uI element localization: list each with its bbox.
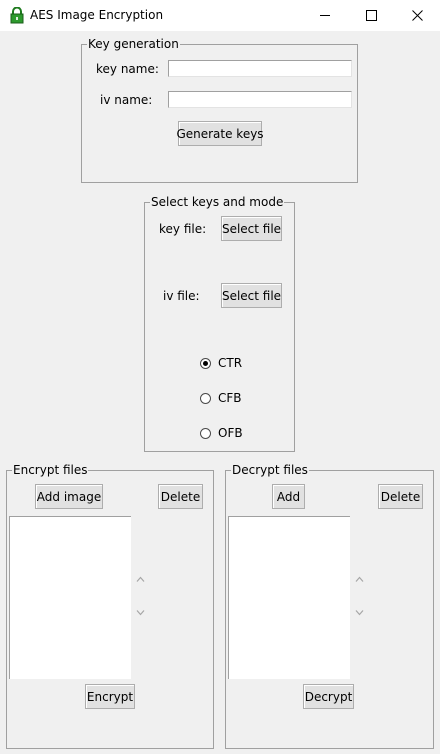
key-name-input[interactable] — [168, 60, 352, 77]
select-keys-label: Select keys and mode — [150, 195, 285, 209]
minimize-button[interactable] — [302, 0, 348, 31]
scroll-down-icon[interactable] — [355, 609, 364, 616]
select-key-file-button[interactable]: Select file — [221, 216, 282, 241]
window-title: AES Image Encryption — [30, 8, 164, 22]
radio-cfb-button[interactable] — [200, 392, 211, 404]
iv-name-input[interactable] — [168, 91, 352, 108]
encrypt-delete-button[interactable]: Delete — [158, 484, 203, 509]
decrypt-button[interactable]: Decrypt — [303, 684, 354, 709]
decrypt-delete-button[interactable]: Delete — [378, 484, 423, 509]
decrypt-add-button[interactable]: Add — [272, 484, 305, 509]
lock-icon — [10, 7, 24, 24]
mode-radio-cfb[interactable]: CFB — [200, 391, 242, 405]
radio-ofb-button[interactable] — [200, 427, 211, 439]
iv-file-label: iv file: — [163, 289, 200, 303]
key-name-label: key name: — [96, 62, 159, 76]
radio-ofb-label: OFB — [218, 426, 243, 440]
radio-cfb-label: CFB — [218, 391, 242, 405]
radio-ctr-button[interactable] — [200, 357, 211, 369]
scroll-up-icon[interactable] — [136, 576, 145, 583]
maximize-button[interactable] — [348, 0, 394, 31]
encrypt-button[interactable]: Encrypt — [85, 684, 135, 709]
scroll-down-icon[interactable] — [136, 609, 145, 616]
decrypt-files-label: Decrypt files — [231, 463, 309, 477]
iv-name-label: iv name: — [100, 93, 153, 107]
mode-radio-ctr[interactable]: CTR — [200, 356, 242, 370]
close-icon — [411, 10, 423, 21]
generate-keys-button[interactable]: Generate keys — [176, 121, 264, 146]
key-generation-label: Key generation — [87, 37, 180, 51]
mode-radio-ofb[interactable]: OFB — [200, 426, 243, 440]
add-image-button[interactable]: Add image — [35, 484, 103, 509]
scroll-up-icon[interactable] — [355, 576, 364, 583]
radio-ctr-label: CTR — [218, 356, 243, 370]
decrypt-file-list[interactable] — [228, 516, 350, 679]
encrypt-files-label: Encrypt files — [12, 463, 89, 477]
key-file-label: key file: — [159, 222, 207, 236]
maximize-icon — [365, 10, 377, 21]
close-button[interactable] — [394, 0, 440, 31]
minimize-icon — [319, 15, 330, 16]
select-iv-file-button[interactable]: Select file — [221, 283, 282, 308]
title-bar[interactable]: AES Image Encryption — [0, 0, 440, 31]
encrypt-file-list[interactable] — [9, 516, 131, 679]
